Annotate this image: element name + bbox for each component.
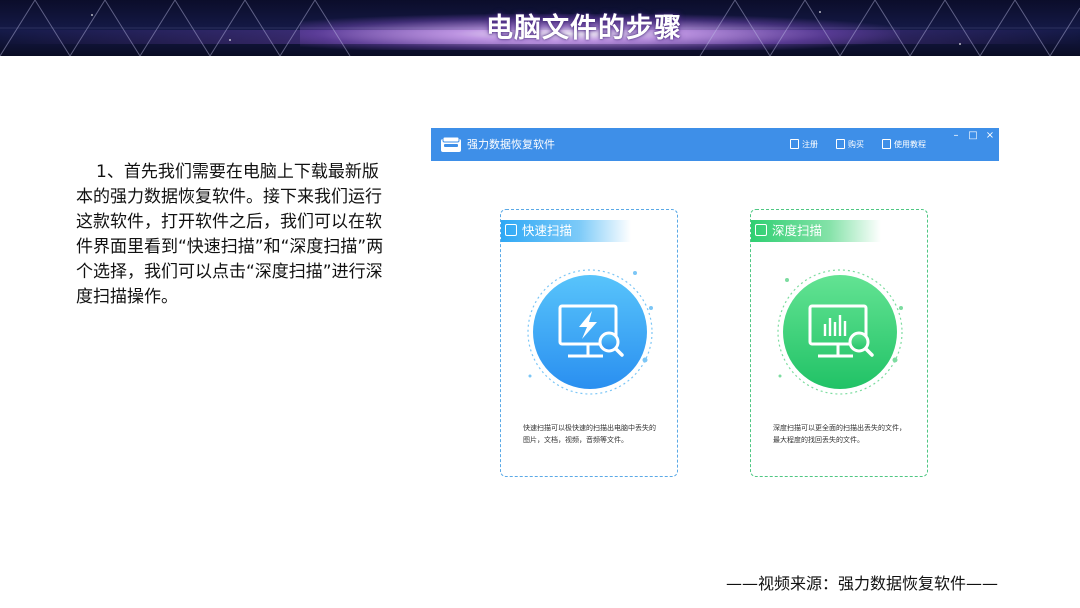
buy-button[interactable]: 购买 bbox=[836, 137, 864, 151]
key-icon bbox=[790, 139, 799, 149]
deep-scan-card[interactable]: 深度扫描 深度扫描可以更全面的扫描出丢失的文件，最大程度的找回丢失的文件。 bbox=[750, 209, 928, 477]
document-icon bbox=[882, 139, 891, 149]
quick-scan-description: 快速扫描可以极快速的扫描出电脑中丢失的图片，文档，视频，音频等文件。 bbox=[523, 424, 656, 444]
title-banner: 电脑文件的步骤 bbox=[0, 0, 1080, 56]
tutorial-button[interactable]: 使用教程 bbox=[882, 137, 926, 151]
deep-scan-illustration bbox=[777, 269, 903, 395]
slide-title: 电脑文件的步骤 bbox=[486, 13, 682, 44]
step-description: 1、首先我们需要在电脑上下载最新版本的强力数据恢复软件。接下来我们运行这款软件，… bbox=[76, 162, 384, 307]
deep-scan-icon bbox=[755, 224, 767, 236]
app-logo-icon bbox=[441, 136, 461, 152]
app-name: 强力数据恢复软件 bbox=[467, 138, 555, 151]
quick-scan-header: 快速扫描 bbox=[501, 220, 631, 242]
deep-scan-description: 深度扫描可以更全面的扫描出丢失的文件，最大程度的找回丢失的文件。 bbox=[773, 424, 906, 444]
close-button[interactable]: × bbox=[984, 130, 996, 142]
app-window: 强力数据恢复软件 注册 购买 使用教程 – □ × 快速扫描 快速扫描可以极快速… bbox=[431, 128, 999, 486]
deep-scan-title: 深度扫描 bbox=[772, 223, 823, 238]
deep-scan-header: 深度扫描 bbox=[751, 220, 881, 242]
video-source-credit: ——视频来源：强力数据恢复软件—— bbox=[726, 574, 999, 593]
register-button[interactable]: 注册 bbox=[790, 137, 818, 151]
tutorial-label: 使用教程 bbox=[894, 139, 926, 149]
quick-scan-icon bbox=[505, 224, 517, 236]
buy-label: 购买 bbox=[848, 139, 864, 149]
cart-icon bbox=[836, 139, 845, 149]
register-label: 注册 bbox=[802, 139, 818, 149]
quick-scan-illustration bbox=[527, 269, 653, 395]
minimize-button[interactable]: – bbox=[950, 130, 962, 142]
app-titlebar: 强力数据恢复软件 注册 购买 使用教程 – □ × bbox=[431, 128, 999, 161]
quick-scan-card[interactable]: 快速扫描 快速扫描可以极快速的扫描出电脑中丢失的图片，文档，视频，音频等文件。 bbox=[500, 209, 678, 477]
quick-scan-title: 快速扫描 bbox=[522, 223, 573, 238]
maximize-button[interactable]: □ bbox=[967, 130, 979, 142]
